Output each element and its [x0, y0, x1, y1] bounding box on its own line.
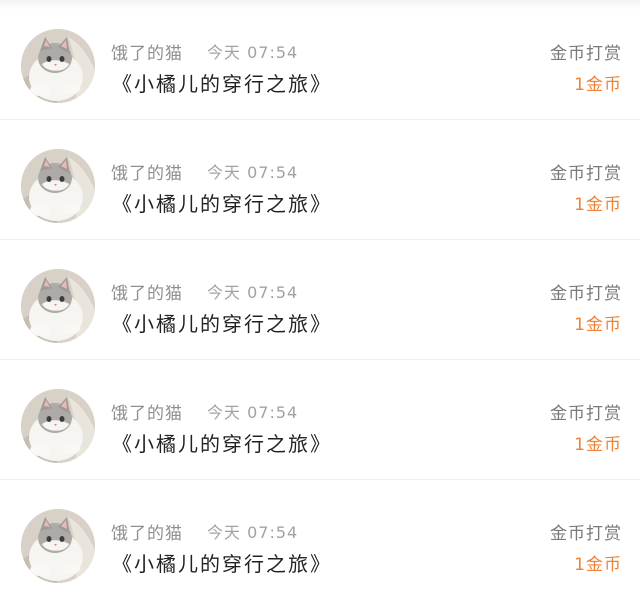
list-item[interactable]: 饿了的猫 今天 07:54 《小橘儿的穿行之旅》 金币打赏 1金币 — [0, 480, 640, 600]
timestamp: 今天 07:54 — [207, 43, 299, 62]
gift-type-label: 金币打赏 — [550, 44, 622, 64]
gift-amount: 1金币 — [574, 75, 622, 95]
cat-avatar-icon[interactable] — [21, 149, 95, 223]
username[interactable]: 饿了的猫 — [111, 39, 183, 64]
gift-amount: 1金币 — [574, 315, 622, 335]
username[interactable]: 饿了的猫 — [111, 159, 183, 184]
gift-amount: 1金币 — [574, 195, 622, 215]
gift-amount: 1金币 — [574, 555, 622, 575]
work-title[interactable]: 《小橘儿的穿行之旅》 — [112, 548, 332, 577]
list-item[interactable]: 饿了的猫 今天 07:54 《小橘儿的穿行之旅》 金币打赏 1金币 — [0, 360, 640, 480]
timestamp: 今天 07:54 — [207, 403, 299, 422]
username[interactable]: 饿了的猫 — [111, 399, 183, 424]
cat-avatar-icon[interactable] — [21, 269, 95, 343]
work-title[interactable]: 《小橘儿的穿行之旅》 — [112, 308, 332, 337]
cat-avatar-icon[interactable] — [21, 29, 95, 103]
timestamp: 今天 07:54 — [207, 523, 299, 542]
work-title[interactable]: 《小橘儿的穿行之旅》 — [112, 428, 332, 457]
gift-type-label: 金币打赏 — [550, 404, 622, 424]
list-item[interactable]: 饿了的猫 今天 07:54 《小橘儿的穿行之旅》 金币打赏 1金币 — [0, 240, 640, 360]
gift-amount: 1金币 — [574, 435, 622, 455]
gift-type-label: 金币打赏 — [550, 524, 622, 544]
gift-type-label: 金币打赏 — [550, 284, 622, 304]
list-item[interactable]: 饿了的猫 今天 07:54 《小橘儿的穿行之旅》 金币打赏 1金币 — [0, 120, 640, 240]
username[interactable]: 饿了的猫 — [111, 519, 183, 544]
cat-avatar-icon[interactable] — [21, 509, 95, 583]
cat-avatar-icon[interactable] — [21, 389, 95, 463]
reward-record-list: 饿了的猫 今天 07:54 《小橘儿的穿行之旅》 金币打赏 1金币 饿了的猫 今… — [0, 0, 640, 616]
list-item[interactable]: 饿了的猫 今天 07:54 《小橘儿的穿行之旅》 金币打赏 1金币 — [0, 0, 640, 120]
gift-type-label: 金币打赏 — [550, 164, 622, 184]
work-title[interactable]: 《小橘儿的穿行之旅》 — [112, 188, 332, 217]
timestamp: 今天 07:54 — [207, 163, 299, 182]
username[interactable]: 饿了的猫 — [111, 279, 183, 304]
timestamp: 今天 07:54 — [207, 283, 299, 302]
work-title[interactable]: 《小橘儿的穿行之旅》 — [112, 68, 332, 97]
